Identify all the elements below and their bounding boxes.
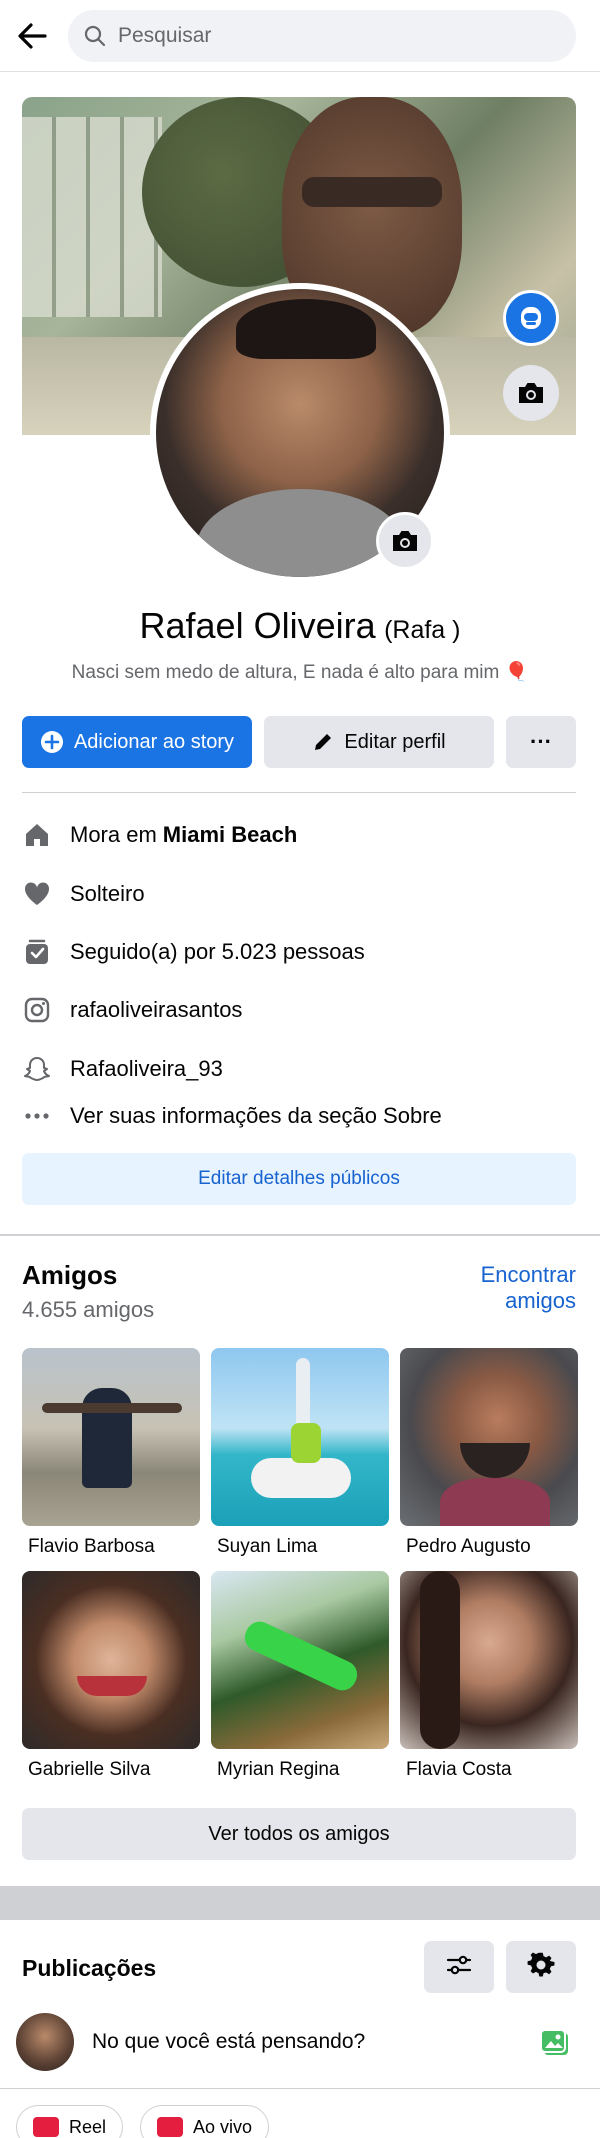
see-all-friends-button[interactable]: Ver todos os amigos — [22, 1808, 576, 1860]
balloon-emoji: 🎈 — [504, 662, 529, 683]
info-lives-in: Mora em Miami Beach — [22, 815, 576, 855]
live-label: Ao vivo — [193, 2116, 253, 2137]
add-to-story-button[interactable]: Adicionar ao story — [22, 716, 252, 768]
gear-icon — [527, 1951, 555, 1984]
friend-name[interactable]: Flavio Barbosa — [28, 1536, 200, 1558]
friend-name[interactable]: Suyan Lima — [217, 1536, 389, 1558]
divider — [0, 2088, 600, 2089]
info-snapchat[interactable]: Rafaoliveira_93 — [22, 1049, 576, 1089]
profile-actions: Adicionar ao story Editar perfil ··· — [22, 716, 576, 768]
find-friends-link[interactable]: Encontrar amigos — [436, 1262, 576, 1314]
plus-circle-icon — [40, 730, 64, 754]
search-input[interactable] — [118, 24, 538, 48]
profile-name: Rafael Oliveira — [139, 605, 376, 646]
more-dots-icon — [22, 1101, 52, 1131]
instagram-handle: rafaoliveirasantos — [70, 997, 243, 1022]
photo-gallery-icon[interactable] — [539, 2027, 571, 2059]
friend-card[interactable]: Flavia Costa — [400, 1571, 578, 1781]
composer-prompt[interactable]: No que você está pensando? — [92, 2030, 365, 2054]
filter-button[interactable] — [424, 1941, 494, 1993]
friend-photo[interactable] — [22, 1348, 200, 1526]
relationship-text: Solteiro — [70, 881, 145, 906]
info-instagram[interactable]: rafaoliveirasantos — [22, 990, 576, 1030]
info-see-about[interactable]: Ver suas informações da seção Sobre — [22, 1096, 576, 1136]
friend-card[interactable]: Pedro Augusto — [400, 1348, 578, 1558]
lives-prefix: Mora em — [70, 822, 157, 847]
friend-name[interactable]: Myrian Regina — [217, 1759, 389, 1781]
profile-name-row: Rafael Oliveira (Rafa ) — [0, 605, 600, 647]
profile-bio: Nasci sem medo de altura, E nada é alto … — [0, 660, 600, 684]
friend-photo[interactable] — [400, 1571, 578, 1749]
friend-photo[interactable] — [22, 1571, 200, 1749]
post-type-chips: Reel Ao vivo — [0, 2103, 600, 2138]
friends-title: Amigos — [22, 1260, 118, 1290]
see-about-text: Ver suas informações da seção Sobre — [70, 1103, 442, 1128]
settings-button[interactable] — [506, 1941, 576, 1993]
live-chip[interactable]: Ao vivo — [140, 2105, 270, 2138]
post-composer[interactable]: No que você está pensando? — [0, 2013, 600, 2073]
edit-public-details-button[interactable]: Editar detalhes públicos — [22, 1153, 576, 1205]
profile-page: Rafael Oliveira (Rafa ) Nasci sem medo d… — [0, 0, 600, 2138]
friend-name[interactable]: Flavia Costa — [406, 1759, 578, 1781]
sliders-icon — [445, 1953, 473, 1982]
friend-card[interactable]: Myrian Regina — [211, 1571, 389, 1781]
search-bar[interactable] — [68, 10, 576, 62]
friend-name[interactable]: Pedro Augusto — [406, 1536, 578, 1558]
friend-photo[interactable] — [211, 1571, 389, 1749]
section-divider — [0, 1234, 600, 1236]
reel-chip[interactable]: Reel — [16, 2105, 124, 2138]
snapchat-ghost-icon — [22, 1054, 52, 1084]
reel-icon — [33, 2117, 59, 2137]
bio-text: Nasci sem medo de altura, E nada é alto … — [71, 662, 500, 683]
edit-profile-button[interactable]: Editar perfil — [264, 716, 494, 768]
more-dots-icon: ··· — [530, 729, 552, 754]
snapchat-handle: Rafaoliveira_93 — [70, 1056, 223, 1081]
friend-photo[interactable] — [400, 1348, 578, 1526]
avatar-icon[interactable] — [503, 290, 559, 346]
heart-icon — [22, 879, 52, 909]
back-arrow-icon[interactable] — [14, 18, 50, 54]
divider — [22, 792, 576, 793]
friends-count: 4.655 amigos — [22, 1297, 155, 1322]
friend-name[interactable]: Gabrielle Silva — [28, 1759, 200, 1781]
live-video-icon — [157, 2117, 183, 2137]
info-followers[interactable]: Seguido(a) por 5.023 pessoas — [22, 932, 576, 972]
avatar[interactable] — [16, 2013, 74, 2071]
friend-card[interactable]: Suyan Lima — [211, 1348, 389, 1558]
add-to-story-label: Adicionar ao story — [73, 730, 235, 753]
followers-icon — [22, 937, 52, 967]
friend-card[interactable]: Gabrielle Silva — [22, 1571, 200, 1781]
search-icon — [84, 25, 106, 47]
followers-text: Seguido(a) por 5.023 pessoas — [70, 939, 365, 964]
reel-label: Reel — [69, 2116, 107, 2137]
info-relationship: Solteiro — [22, 874, 576, 914]
publications-title: Publicações — [22, 1955, 157, 1981]
more-options-button[interactable]: ··· — [506, 716, 576, 768]
friend-photo[interactable] — [211, 1348, 389, 1526]
section-separator — [0, 1886, 600, 1920]
lives-city[interactable]: Miami Beach — [163, 822, 298, 848]
friend-card[interactable]: Flavio Barbosa — [22, 1348, 200, 1558]
profile-camera-icon[interactable] — [376, 512, 434, 570]
profile-nickname: (Rafa ) — [384, 616, 461, 644]
pencil-icon — [312, 731, 334, 753]
edit-profile-label: Editar perfil — [344, 730, 446, 753]
home-icon — [22, 820, 52, 850]
top-bar — [0, 0, 600, 72]
instagram-icon — [22, 995, 52, 1025]
cover-camera-icon[interactable] — [503, 365, 559, 421]
